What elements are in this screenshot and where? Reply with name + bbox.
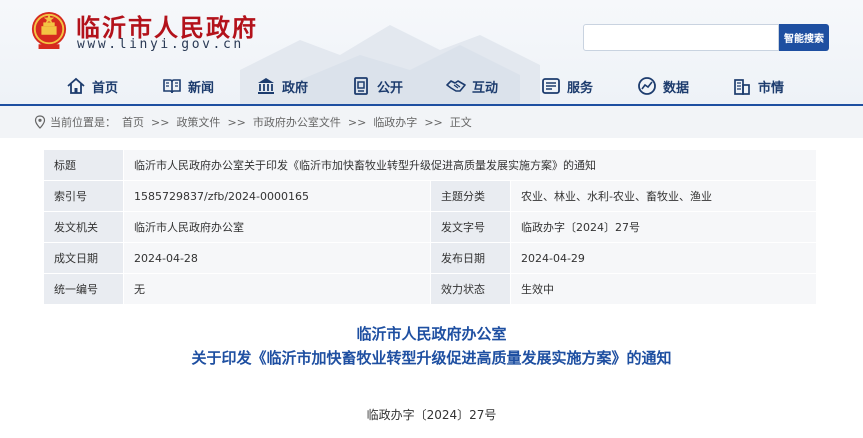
location-pin-icon xyxy=(34,115,46,129)
breadcrumb-separator: >> xyxy=(424,115,443,129)
nav-item-interaction[interactable]: 互动 xyxy=(446,74,498,98)
national-emblem-icon xyxy=(31,11,67,49)
breadcrumb-current: 正文 xyxy=(449,116,472,129)
breadcrumb: 当前位置是： 首页 >> 政策文件 >> 市政府办公室文件 >> 临政办字 >>… xyxy=(0,104,863,138)
home-icon xyxy=(67,77,85,94)
document-icon xyxy=(354,77,368,95)
table-row: 索引号 1585729837/zfb/2024-0000165 主题分类 农业、… xyxy=(43,180,817,212)
info-value: 生效中 xyxy=(510,273,817,305)
nav-item-data[interactable]: 数据 xyxy=(637,74,689,98)
nav-label: 服务 xyxy=(567,80,594,96)
breadcrumb-separator: >> xyxy=(347,115,367,129)
main-nav: 首页 新闻 政府 公开 互动 服务 数据 市情 xyxy=(0,66,863,104)
info-key: 发布日期 xyxy=(430,242,511,274)
nav-label: 政府 xyxy=(282,80,309,96)
info-title-value: 临沂市人民政府办公室关于印发《临沂市加快畜牧业转型升级促进高质量发展实施方案》的… xyxy=(123,149,817,181)
nav-label: 数据 xyxy=(663,80,690,96)
table-row: 标题 临沂市人民政府办公室关于印发《临沂市加快畜牧业转型升级促进高质量发展实施方… xyxy=(43,149,817,181)
info-value: 临政办字〔2024〕27号 xyxy=(510,211,817,243)
chart-icon xyxy=(638,77,656,95)
breadcrumb-linzhengbanzi[interactable]: 临政办字 xyxy=(373,114,417,130)
table-row: 统一编号 无 效力状态 生效中 xyxy=(43,273,817,305)
nav-label: 新闻 xyxy=(188,80,215,96)
table-row: 发文机关 临沂市人民政府办公室 发文字号 临政办字〔2024〕27号 xyxy=(43,211,817,243)
site-url: www.linyi.gov.cn xyxy=(77,37,244,52)
breadcrumb-home[interactable]: 首页 xyxy=(122,114,144,130)
info-value: 1585729837/zfb/2024-0000165 xyxy=(123,180,431,212)
info-key: 发文机关 xyxy=(43,211,124,243)
book-icon xyxy=(163,79,181,94)
nav-label: 首页 xyxy=(92,80,119,96)
nav-item-city-info[interactable]: 市情 xyxy=(732,74,784,98)
document-info-table: 标题 临沂市人民政府办公室关于印发《临沂市加快畜牧业转型升级促进高质量发展实施方… xyxy=(43,149,817,305)
breadcrumb-separator: >> xyxy=(227,115,246,129)
breadcrumb-office-files[interactable]: 市政府办公室文件 xyxy=(253,114,341,130)
info-key: 发文字号 xyxy=(430,211,511,243)
info-value: 2024-04-28 xyxy=(123,242,431,274)
breadcrumb-policy-files[interactable]: 政策文件 xyxy=(176,114,220,130)
nav-item-home[interactable]: 首页 xyxy=(66,74,118,98)
document-number: 临政办字〔2024〕27号 xyxy=(366,408,497,422)
nav-item-government[interactable]: 政府 xyxy=(256,74,308,98)
government-building-icon xyxy=(258,78,274,94)
nav-item-service[interactable]: 服务 xyxy=(541,74,593,98)
nav-label: 互动 xyxy=(472,80,499,96)
info-key: 效力状态 xyxy=(430,273,511,305)
table-row: 成文日期 2024-04-28 发布日期 2024-04-29 xyxy=(43,242,817,274)
nav-label: 公开 xyxy=(377,80,404,96)
info-value: 临沂市人民政府办公室 xyxy=(123,211,431,243)
info-key: 成文日期 xyxy=(43,242,124,274)
nav-item-news[interactable]: 新闻 xyxy=(162,74,214,98)
nav-item-public[interactable]: 公开 xyxy=(351,74,403,98)
info-key: 标题 xyxy=(43,149,124,181)
search-button[interactable]: 智能搜索 xyxy=(779,24,829,51)
info-value: 2024-04-29 xyxy=(510,242,817,274)
nav-label: 市情 xyxy=(758,80,785,96)
document-title-line2: 关于印发《临沂市加快畜牧业转型升级促进高质量发展实施方案》的通知 xyxy=(191,349,672,367)
search-input[interactable] xyxy=(583,24,779,51)
document-title-line1: 临沂市人民政府办公室 xyxy=(356,325,507,343)
city-icon xyxy=(734,79,750,95)
breadcrumb-prefix: 当前位置是： xyxy=(50,116,116,129)
site-header: 临沂市人民政府 www.linyi.gov.cn 智能搜索 首页 新闻 政府 公… xyxy=(0,0,863,104)
list-icon xyxy=(542,78,560,94)
info-value: 农业、林业、水利-农业、畜牧业、渔业 xyxy=(510,180,817,212)
handshake-icon xyxy=(446,80,466,92)
breadcrumb-separator: >> xyxy=(151,115,170,129)
info-key: 索引号 xyxy=(43,180,124,212)
info-key: 主题分类 xyxy=(430,180,511,212)
info-key: 统一编号 xyxy=(43,273,124,305)
info-value: 无 xyxy=(123,273,431,305)
